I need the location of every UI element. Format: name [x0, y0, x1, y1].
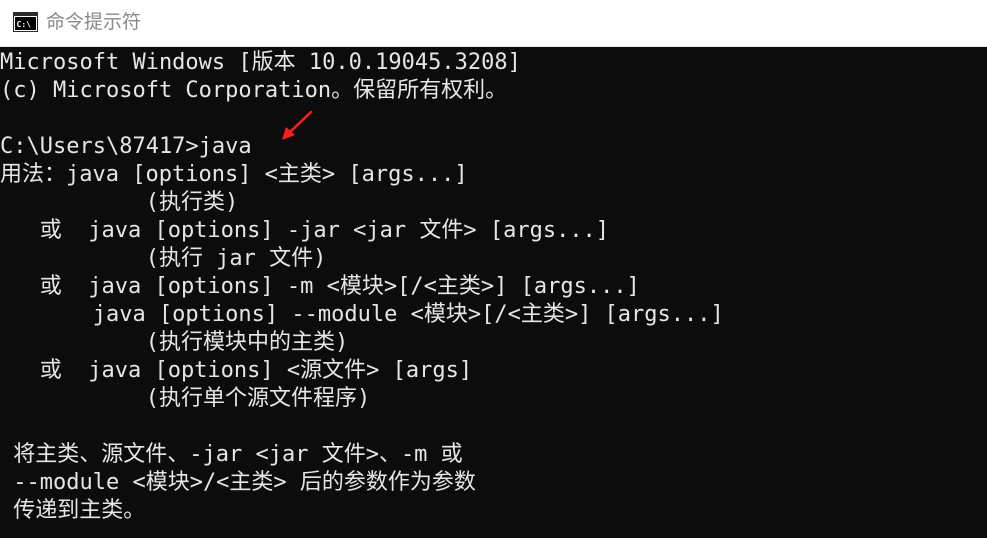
- console-line: 或 java [options] -jar <jar 文件> [args...]: [0, 218, 610, 243]
- console-line: 用法：java [options] <主类> [args...]: [0, 162, 468, 187]
- console-line: java [options] --module <模块>[/<主类>] [arg…: [0, 302, 724, 327]
- cmd-icon: C:\: [13, 12, 38, 32]
- console-line: 传递到主类。: [0, 498, 146, 523]
- console-line: 将主类、源文件、-jar <jar 文件>、-m 或: [0, 442, 463, 467]
- console-line: (执行单个源文件程序): [0, 386, 371, 411]
- console-line: 或 java [options] <源文件> [args]: [0, 358, 473, 383]
- console-line: (c) Microsoft Corporation。保留所有权利。: [0, 78, 508, 103]
- console-line: 或 java [options] -m <模块>[/<主类>] [args...…: [0, 274, 640, 299]
- console-line: Microsoft Windows [版本 10.0.19045.3208]: [0, 50, 521, 75]
- console-line: (执行模块中的主类): [0, 330, 349, 355]
- console-output[interactable]: Microsoft Windows [版本 10.0.19045.3208] (c…: [0, 48, 987, 538]
- console-line: (执行类): [0, 190, 239, 215]
- console-line: (执行 jar 文件): [0, 246, 327, 271]
- window-title: 命令提示符: [46, 11, 142, 33]
- console-line: C:\Users\87417>java: [0, 134, 252, 159]
- console-line: --module <模块>/<主类> 后的参数作为参数: [0, 470, 476, 495]
- title-bar[interactable]: C:\ 命令提示符: [0, 0, 987, 47]
- cmd-icon-label: C:\: [17, 20, 32, 29]
- cmd-window: C:\ 命令提示符 Microsoft Windows [版本 10.0.190…: [0, 0, 987, 538]
